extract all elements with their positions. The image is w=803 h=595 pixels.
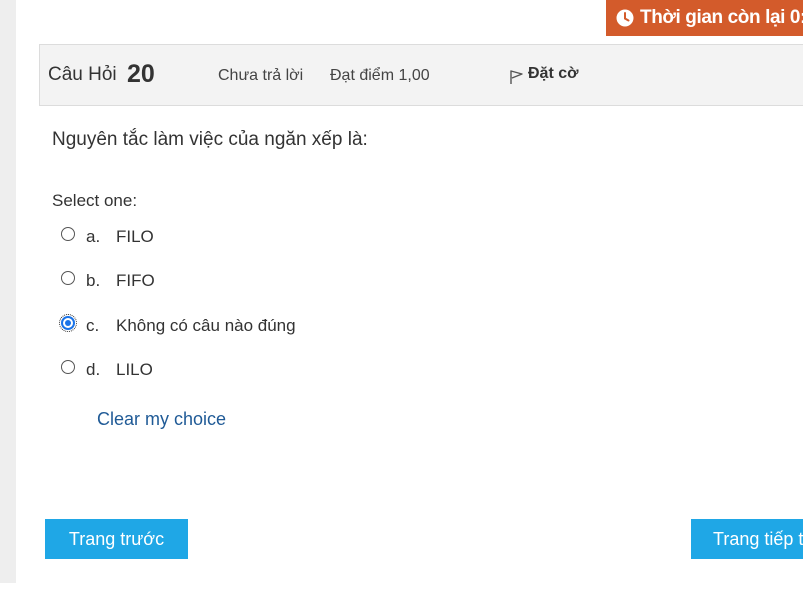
select-one-prompt: Select one: xyxy=(52,191,138,210)
option-c[interactable]: c. Không có câu nào đúng xyxy=(59,314,296,338)
question-number: 20 xyxy=(127,60,155,88)
option-d-radio[interactable] xyxy=(61,360,75,374)
question-grade: Đạt điểm 1,00 xyxy=(330,67,430,84)
option-a[interactable]: a. FILO xyxy=(60,225,154,249)
time-remaining-badge: Thời gian còn lại 0: xyxy=(606,0,803,36)
option-d-letter: d. xyxy=(86,360,101,379)
option-b-letter: b. xyxy=(86,271,101,290)
next-page-button[interactable]: Trang tiếp t xyxy=(691,519,803,559)
question-info-bar: Câu Hỏi 20 Chưa trả lời Đạt điểm 1,00 Đặ… xyxy=(39,44,803,106)
flag-question-button[interactable]: Đặt cờ xyxy=(508,65,579,85)
question-word: Câu Hỏi xyxy=(48,64,117,85)
previous-page-button[interactable]: Trang trước xyxy=(45,519,188,559)
option-a-text: FILO xyxy=(116,227,154,246)
time-remaining-label: Thời gian còn lại 0: xyxy=(640,7,803,28)
option-b-text: FIFO xyxy=(116,271,155,290)
option-a-radio[interactable] xyxy=(61,227,75,241)
clock-icon xyxy=(616,9,634,27)
left-gutter xyxy=(0,0,16,583)
flag-label: Đặt cờ xyxy=(528,65,579,82)
option-b-radio[interactable] xyxy=(61,271,75,285)
option-d[interactable]: d. LILO xyxy=(60,358,153,382)
option-c-radio[interactable] xyxy=(59,314,77,332)
option-c-text: Không có câu nào đúng xyxy=(116,316,296,335)
question-state: Chưa trả lời xyxy=(218,67,304,84)
option-c-letter: c. xyxy=(86,316,100,335)
flag-icon xyxy=(510,70,523,84)
option-b[interactable]: b. FIFO xyxy=(60,269,155,293)
question-text: Nguyên tắc làm việc của ngăn xếp là: xyxy=(52,129,368,150)
option-d-text: LILO xyxy=(116,360,153,379)
option-a-letter: a. xyxy=(86,227,101,246)
clear-choice-link[interactable]: Clear my choice xyxy=(97,409,226,430)
